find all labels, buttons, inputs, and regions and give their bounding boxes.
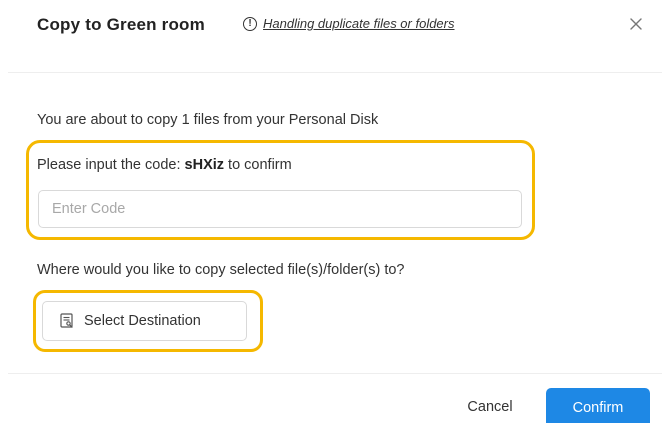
copy-message: You are about to copy 1 files from your … — [37, 112, 379, 128]
code-prompt-suffix: to confirm — [224, 157, 292, 173]
dialog-title: Copy to Green room — [37, 15, 205, 34]
select-destination-label: Select Destination — [84, 313, 201, 329]
close-icon[interactable] — [625, 13, 647, 35]
help-link-text[interactable]: Handling duplicate files or folders — [263, 16, 455, 31]
cancel-button[interactable]: Cancel — [452, 390, 528, 423]
code-prompt: Please input the code: sHXiz to confirm — [37, 157, 292, 173]
code-prompt-prefix: Please input the code: — [37, 157, 185, 173]
footer-divider — [8, 373, 662, 374]
info-circle-icon: ! — [243, 16, 257, 31]
header-divider — [8, 72, 662, 73]
copy-dialog: Copy to Green room ! Handling duplicate … — [0, 0, 662, 423]
destination-prompt: Where would you like to copy selected fi… — [37, 262, 405, 278]
folder-select-icon — [60, 313, 73, 328]
confirm-code: sHXiz — [184, 157, 225, 173]
help-link[interactable]: ! Handling duplicate files or folders — [243, 16, 455, 31]
confirm-button[interactable]: Confirm — [546, 388, 650, 423]
dialog-header: Copy to Green room ! Handling duplicate … — [0, 0, 662, 72]
code-input[interactable] — [38, 190, 522, 228]
select-destination-button[interactable]: Select Destination — [42, 301, 247, 341]
